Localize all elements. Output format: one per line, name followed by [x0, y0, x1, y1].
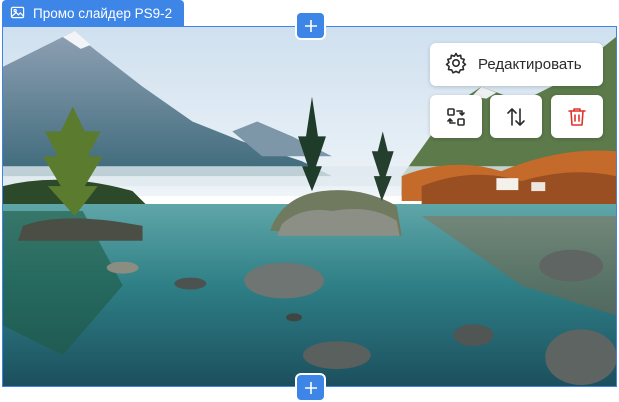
move-button[interactable]: [490, 95, 542, 138]
sort-arrows-icon: [507, 107, 525, 126]
plus-icon: [304, 381, 317, 394]
block-title-tab: Промо слайдер PS9-2: [2, 0, 184, 27]
swap-button[interactable]: [430, 95, 482, 138]
add-block-above-button[interactable]: [297, 13, 324, 38]
trash-icon: [568, 107, 586, 126]
swap-icon: [447, 107, 465, 126]
plus-icon: [304, 19, 317, 32]
delete-button[interactable]: [551, 95, 603, 138]
block-title: Промо слайдер PS9-2: [33, 6, 173, 21]
edit-button[interactable]: Редактировать: [430, 43, 603, 86]
add-block-below-button[interactable]: [297, 375, 324, 400]
edit-button-label: Редактировать: [478, 56, 582, 73]
image-icon: [10, 5, 25, 23]
gear-icon: [444, 51, 468, 78]
